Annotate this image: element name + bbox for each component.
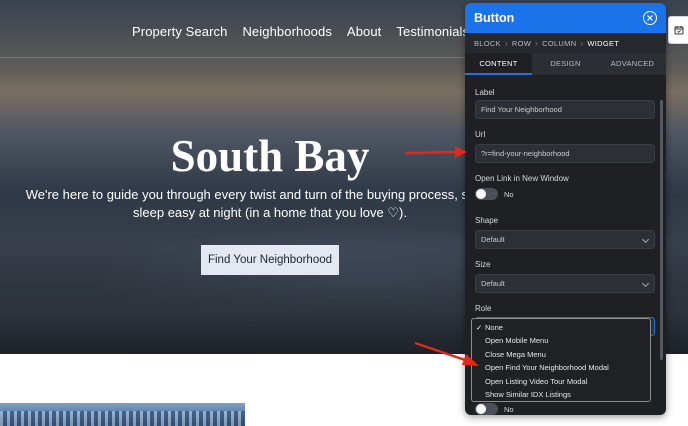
- role-option-open-mobile-menu[interactable]: Open Mobile Menu: [472, 334, 650, 347]
- chevron-right-icon: ›: [580, 38, 584, 48]
- tab-advanced[interactable]: ADVANCED: [599, 53, 666, 75]
- find-neighborhood-button[interactable]: Find Your Neighborhood: [201, 245, 339, 275]
- breadcrumb: BLOCK › ROW › COLUMN › WIDGET: [465, 33, 666, 53]
- nav-neighborhoods[interactable]: Neighborhoods: [242, 24, 331, 39]
- chevron-down-icon: [641, 235, 650, 244]
- chevron-right-icon: ›: [504, 38, 508, 48]
- role-option-open-neighborhood-modal[interactable]: Open Find Your Neighborhood Modal: [472, 361, 650, 374]
- role-option-label: Open Find Your Neighborhood Modal: [485, 363, 609, 373]
- role-option-show-similar-listings[interactable]: Show Similar IDX Listings: [472, 388, 650, 401]
- label-field-label: Label: [475, 88, 495, 97]
- role-option-label: Close Mega Menu: [485, 349, 546, 359]
- toggle-knob: [476, 189, 486, 199]
- breadcrumb-widget[interactable]: WIDGET: [587, 39, 619, 48]
- shape-select-value: Default: [481, 235, 505, 244]
- bottom-toggle-state: No: [504, 405, 514, 414]
- role-option-label: None: [485, 323, 503, 332]
- role-option-label: Open Listing Video Tour Modal: [485, 376, 588, 386]
- breadcrumb-block[interactable]: BLOCK: [474, 39, 501, 48]
- tab-content[interactable]: CONTENT: [465, 53, 532, 75]
- tab-design[interactable]: DESIGN: [532, 53, 599, 75]
- chevron-right-icon: ›: [535, 38, 539, 48]
- panel-title: Button: [474, 11, 515, 25]
- shape-field-label: Shape: [475, 216, 499, 225]
- close-icon: [647, 15, 653, 21]
- role-option-close-mega-menu[interactable]: Close Mega Menu: [472, 348, 650, 361]
- role-option-label: Open Mobile Menu: [485, 336, 549, 346]
- hero-subtitle: We're here to guide you through every tw…: [25, 187, 515, 220]
- breadcrumb-column[interactable]: COLUMN: [542, 39, 576, 48]
- role-option-open-video-tour-modal[interactable]: Open Listing Video Tour Modal: [472, 375, 650, 388]
- header-divider: [0, 57, 465, 58]
- annotation-arrow-modal: [414, 341, 479, 366]
- role-option-label: Show Similar IDX Listings: [485, 389, 571, 399]
- city-photo: [0, 403, 245, 426]
- nav-property-search[interactable]: Property Search: [132, 24, 227, 39]
- role-dropdown-menu: ✓ None Open Mobile Menu Close Mega Menu …: [471, 318, 651, 402]
- nav-about[interactable]: About: [347, 24, 381, 39]
- chevron-down-icon: [641, 279, 650, 288]
- toggle-knob: [476, 404, 486, 414]
- url-input[interactable]: ?r=find-your-neighborhood: [475, 144, 655, 163]
- breadcrumb-row[interactable]: ROW: [512, 39, 531, 48]
- calendar-icon: [674, 26, 683, 35]
- size-select-value: Default: [481, 279, 505, 288]
- label-input[interactable]: Find Your Neighborhood: [475, 100, 655, 119]
- panel-header: Button: [465, 3, 666, 33]
- nav-testimonials[interactable]: Testimonials: [396, 24, 469, 39]
- close-button[interactable]: [643, 11, 657, 25]
- panel-tabs: CONTENT DESIGN ADVANCED: [465, 53, 666, 75]
- bottom-toggle[interactable]: [475, 403, 498, 415]
- size-select[interactable]: Default: [475, 274, 655, 293]
- size-field-label: Size: [475, 260, 491, 269]
- annotation-arrow-url: [404, 146, 467, 158]
- panel-scrollbar[interactable]: [660, 100, 663, 360]
- new-window-toggle[interactable]: [475, 188, 498, 200]
- side-tab[interactable]: [668, 16, 688, 44]
- shape-select[interactable]: Default: [475, 230, 655, 249]
- new-window-label: Open Link in New Window: [475, 174, 569, 183]
- checkmark-icon: ✓: [476, 323, 483, 332]
- url-field-label: Url: [475, 130, 486, 139]
- role-field-label: Role: [475, 304, 492, 313]
- site-nav: Property Search Neighborhoods About Test…: [132, 24, 469, 39]
- new-window-state: No: [504, 190, 514, 199]
- role-option-none[interactable]: ✓ None: [472, 321, 650, 334]
